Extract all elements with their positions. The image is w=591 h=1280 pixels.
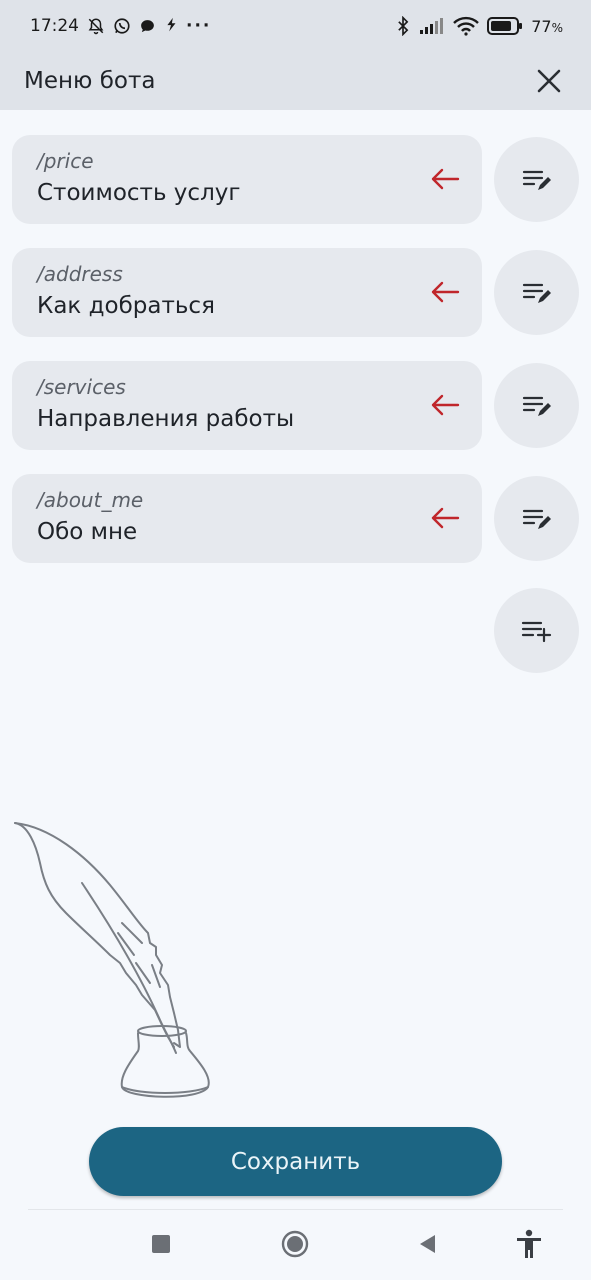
command-list: /price Стоимость услуг /address Как добр…: [12, 135, 580, 587]
status-more: ···: [186, 16, 212, 36]
navigation-bar: [0, 1210, 591, 1280]
bolt-icon: [164, 17, 178, 35]
command-name: /address: [37, 262, 123, 286]
command-row: /about_me Обо мне: [12, 474, 580, 587]
command-row: /services Направления работы: [12, 361, 580, 474]
arrow-left-icon: [431, 281, 460, 303]
status-time: 17:24: [30, 16, 79, 36]
edit-command-button[interactable]: [494, 476, 579, 561]
back-button[interactable]: [407, 1224, 447, 1264]
command-name: /services: [37, 375, 126, 399]
home-circle-icon: [281, 1230, 309, 1258]
list-edit-icon: [522, 396, 551, 416]
list-edit-icon: [522, 283, 551, 303]
command-description: Обо мне: [37, 519, 138, 545]
accessibility-button[interactable]: [509, 1224, 549, 1264]
app-header: Меню бота: [0, 52, 591, 110]
list-add-icon: [521, 621, 551, 642]
recents-square-icon: [152, 1235, 170, 1253]
battery-percent: 77%: [531, 16, 563, 36]
status-right: 77%: [395, 16, 563, 36]
mute-bell-icon: [87, 17, 105, 35]
page-title: Меню бота: [24, 68, 156, 94]
chat-icon: [139, 18, 156, 35]
back-triangle-icon: [420, 1235, 435, 1253]
command-card[interactable]: /price Стоимость услуг: [12, 135, 482, 224]
quill-inkwell-illustration: [14, 822, 210, 1098]
wifi-icon: [453, 16, 480, 36]
command-name: /price: [37, 149, 94, 173]
command-description: Как добраться: [37, 293, 215, 319]
command-description: Направления работы: [37, 406, 295, 432]
add-command-button[interactable]: [494, 588, 579, 673]
command-description: Стоимость услуг: [37, 180, 241, 206]
command-card[interactable]: /services Направления работы: [12, 361, 482, 450]
command-card[interactable]: /address Как добраться: [12, 248, 482, 337]
save-button[interactable]: Сохранить: [89, 1127, 502, 1196]
command-name: /about_me: [37, 488, 144, 512]
whatsapp-icon: [113, 17, 131, 35]
command-row: /price Стоимость услуг: [12, 135, 580, 248]
list-edit-icon: [522, 509, 551, 529]
list-edit-icon: [522, 170, 551, 190]
arrow-left-icon: [431, 394, 460, 416]
status-bar: 17:24 ··· 77%: [0, 0, 591, 52]
arrow-left-icon: [431, 507, 460, 529]
status-left: 17:24 ···: [30, 16, 211, 36]
recents-button[interactable]: [141, 1224, 181, 1264]
bluetooth-icon: [395, 16, 411, 36]
edit-command-button[interactable]: [494, 137, 579, 222]
arrow-left-icon: [431, 168, 460, 190]
accessibility-icon: [517, 1229, 541, 1258]
close-button[interactable]: [531, 63, 567, 99]
edit-command-button[interactable]: [494, 250, 579, 335]
command-card[interactable]: /about_me Обо мне: [12, 474, 482, 563]
command-row: /address Как добраться: [12, 248, 580, 361]
close-icon: [537, 69, 561, 93]
edit-command-button[interactable]: [494, 363, 579, 448]
battery-icon: [487, 17, 523, 35]
home-button[interactable]: [275, 1224, 315, 1264]
signal-icon: [419, 17, 445, 35]
